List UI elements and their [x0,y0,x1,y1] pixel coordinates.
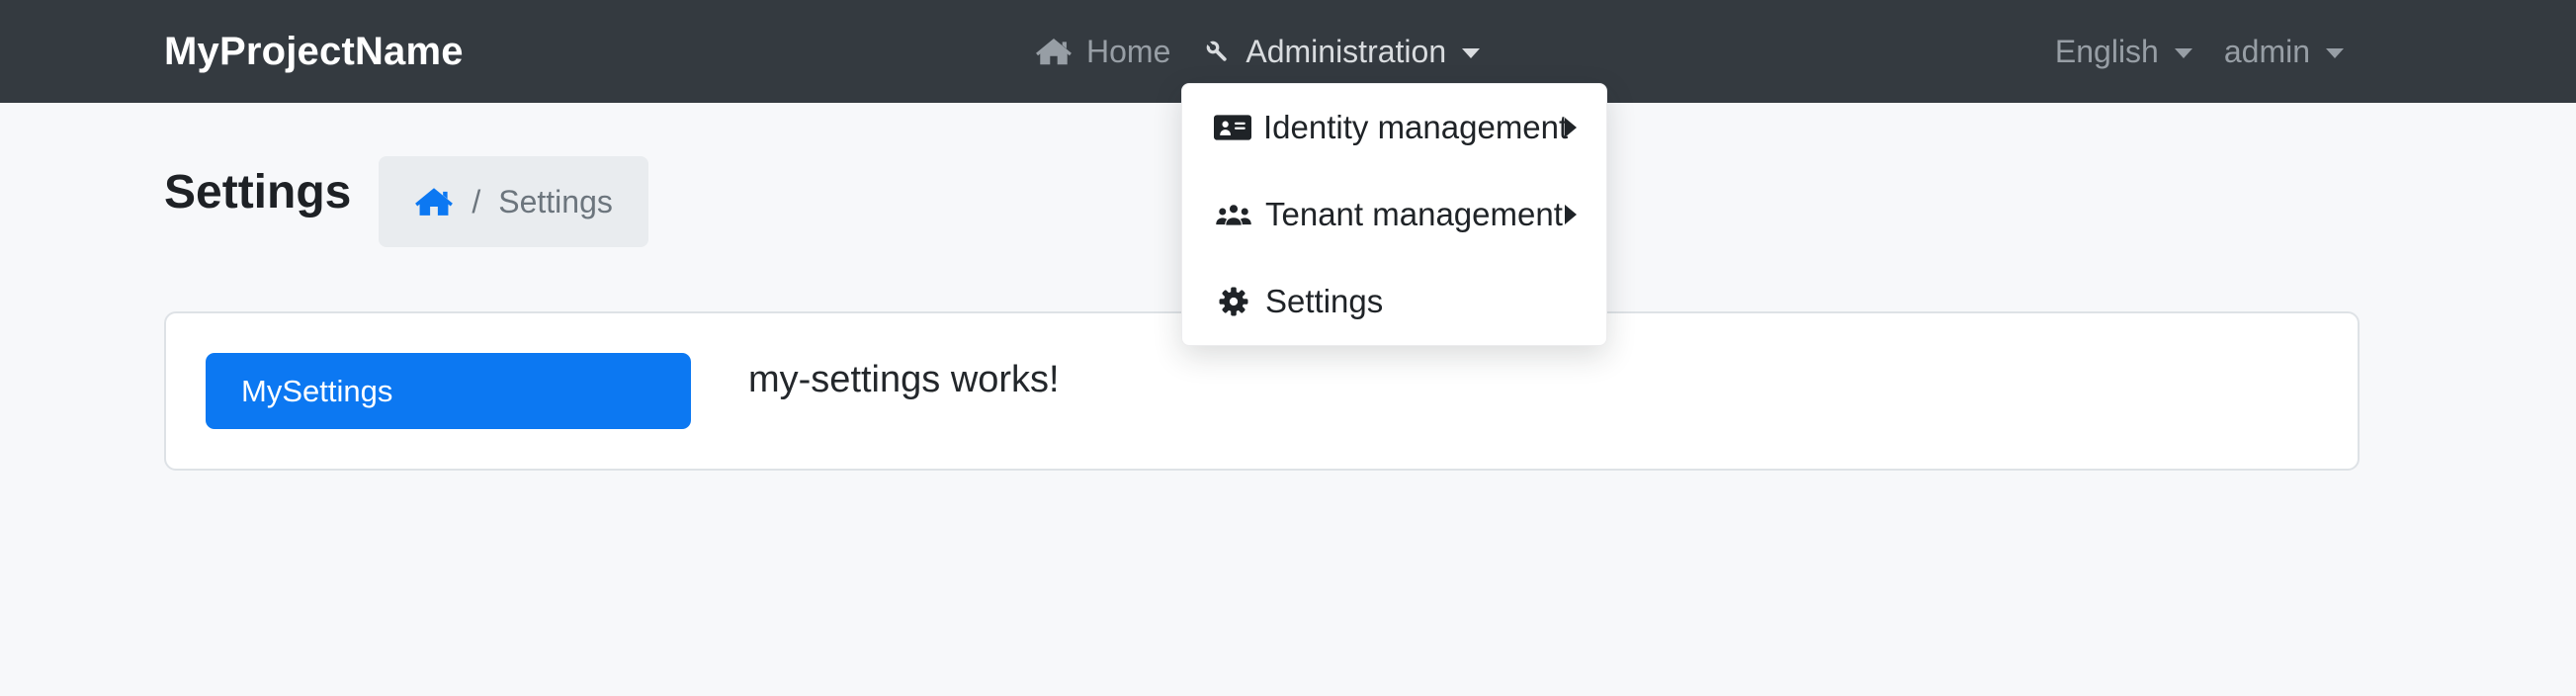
nav-item-administration[interactable]: Administration [1186,16,1496,87]
user-dropdown-toggle[interactable]: admin [2208,16,2360,87]
settings-page-screen: MyProjectName Home [0,0,2576,696]
wrench-icon [1202,37,1232,66]
menu-item-settings[interactable]: Settings [1182,258,1606,345]
submenu-caret-right-icon [1565,118,1577,137]
menu-item-label: Settings [1265,283,1383,320]
users-icon [1214,198,1253,231]
chevron-down-icon [2175,48,2192,58]
nav-item-home-label: Home [1086,34,1170,70]
menu-item-tenant-management[interactable]: Tenant management [1182,171,1606,258]
breadcrumb-current-page: Settings [498,184,613,220]
breadcrumb-home-link[interactable] [414,184,454,219]
my-settings-tab-button[interactable]: MySettings [206,353,691,429]
home-icon [414,184,454,219]
gear-icon [1214,285,1253,318]
menu-item-identity-management[interactable]: Identity management [1182,84,1606,171]
breadcrumb-separator: / [472,184,480,220]
chevron-down-icon [2326,48,2344,58]
navbar-right-menu: English admin [2039,16,2360,87]
language-label: English [2055,34,2159,70]
user-label: admin [2224,34,2310,70]
menu-item-label: Identity management [1263,109,1568,146]
page-title: Settings [164,162,351,223]
settings-tab-content-text: my-settings works! [748,359,1060,401]
home-icon [1035,35,1073,68]
nav-item-home[interactable]: Home [1019,16,1186,87]
administration-dropdown-menu: Identity management Tenant management [1181,83,1607,346]
nav-item-administration-label: Administration [1245,34,1446,70]
brand-link[interactable]: MyProjectName [164,30,464,74]
breadcrumb: / Settings [379,156,648,247]
id-card-icon [1214,111,1251,144]
menu-item-label: Tenant management [1265,196,1563,233]
language-dropdown-toggle[interactable]: English [2039,16,2208,87]
submenu-caret-right-icon [1565,205,1577,224]
chevron-down-icon [1462,48,1480,58]
